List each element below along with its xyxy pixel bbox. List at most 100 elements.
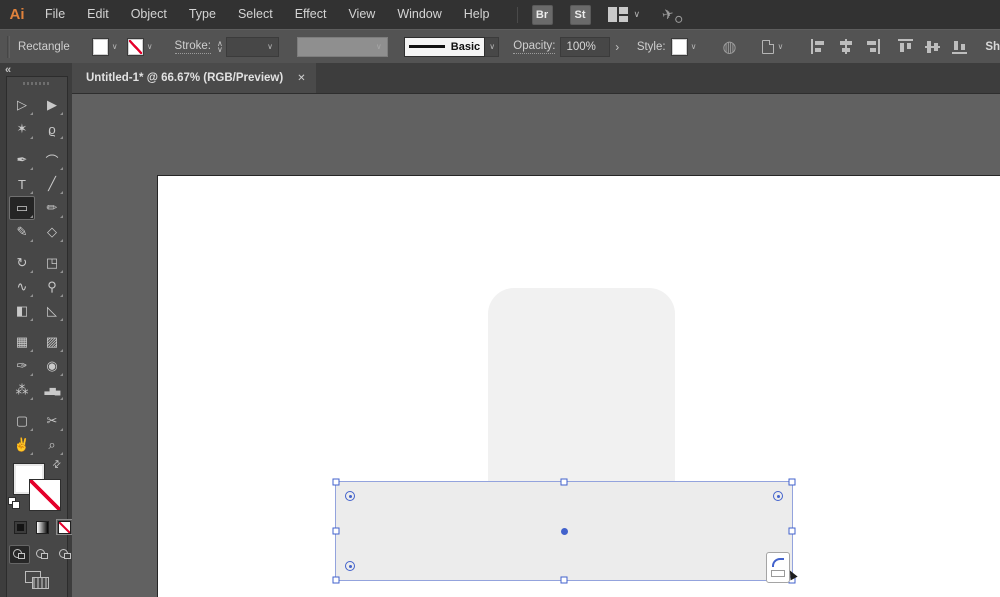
blend-tool[interactable]: ◉ (39, 354, 65, 378)
draw-normal-icon[interactable] (9, 545, 30, 564)
opacity-input[interactable]: 100% (560, 36, 610, 57)
panel-grip[interactable] (23, 82, 51, 85)
symbol-sprayer-tool[interactable]: ⁂ (9, 378, 35, 402)
rounded-rectangle-shape[interactable] (488, 288, 675, 488)
menu-select[interactable]: Select (227, 0, 284, 29)
brushes-panel-button[interactable]: Br (531, 4, 553, 25)
stroke-chevron-icon[interactable]: ∨ (147, 42, 153, 51)
puppet-warp-tool[interactable]: ⚲ (39, 275, 65, 299)
curvature-tool[interactable]: ⌒ (39, 148, 65, 172)
menu-help[interactable]: Help (453, 0, 501, 29)
selection-handle-bottom-left[interactable] (332, 576, 340, 584)
menu-object[interactable]: Object (120, 0, 178, 29)
align-vertical-center-icon[interactable] (925, 39, 941, 54)
gradient-tool[interactable]: ▨ (39, 330, 65, 354)
align-top-icon[interactable] (898, 39, 914, 54)
stroke-weight-chevron-icon[interactable]: ∨ (267, 42, 273, 51)
color-button[interactable] (12, 519, 29, 535)
selection-handle-bottom-center[interactable] (560, 576, 568, 584)
workspace-switcher-icon[interactable] (607, 7, 628, 22)
corner-widget-top-right[interactable] (773, 491, 783, 501)
gradient-button[interactable] (34, 519, 51, 535)
direct-selection-tool-icon: ▶ (47, 97, 57, 112)
pen-tool[interactable]: ✒ (9, 148, 35, 172)
app-logo[interactable]: Ai (0, 6, 34, 23)
canvas[interactable] (72, 93, 1000, 597)
stroke-weight-select[interactable]: ∨ (225, 36, 279, 57)
paintbrush-tool[interactable]: ✏ (39, 196, 65, 220)
active-tool-label: Rectangle (17, 40, 70, 53)
selection-handle-top-right[interactable] (788, 478, 796, 486)
artboard-tool[interactable]: ▢ (9, 409, 35, 433)
rectangle-tool[interactable]: ▭ (9, 196, 35, 220)
zoom-tool[interactable]: ⌕ (39, 433, 65, 457)
lasso-tool[interactable]: ϱ (39, 117, 65, 141)
shaper-tool[interactable]: ✎ (9, 220, 35, 244)
default-fill-stroke-icon[interactable] (8, 497, 22, 509)
width-tool[interactable]: ∿ (9, 275, 35, 299)
column-graph-tool[interactable]: ▃▆▄ (39, 378, 65, 402)
stroke-weight-label[interactable]: Stroke: (174, 40, 211, 54)
fill-color-swatch[interactable] (91, 37, 109, 56)
draw-behind-icon[interactable] (32, 545, 53, 564)
selection-handle-middle-right[interactable] (788, 527, 796, 535)
graphic-styles-panel-button[interactable]: St (569, 4, 591, 25)
fill-chevron-icon[interactable]: ∨ (112, 42, 118, 51)
none-button[interactable] (56, 519, 73, 535)
center-point[interactable] (560, 527, 568, 535)
align-right-icon[interactable] (865, 39, 881, 54)
tab-close-icon[interactable]: ✕ (297, 73, 305, 84)
selection-handle-top-left[interactable] (332, 478, 340, 486)
align-left-icon[interactable] (811, 39, 826, 54)
corner-radius-glyph (772, 558, 784, 567)
opacity-expander-icon[interactable]: › (610, 37, 625, 57)
eraser-tool[interactable]: ◇ (39, 220, 65, 244)
control-bar-grip[interactable] (7, 35, 10, 58)
blend-tool-icon: ◉ (46, 358, 58, 373)
hand-tool[interactable]: ✌ (9, 433, 35, 457)
document-setup-button[interactable]: ∨ (762, 39, 785, 54)
brush-definition-select[interactable]: Basic (403, 36, 486, 57)
recolor-artwork-icon: ◍ (722, 38, 737, 56)
slice-tool[interactable]: ✂ (39, 409, 65, 433)
style-chevron-icon[interactable]: ∨ (691, 42, 697, 51)
menu-file[interactable]: File (34, 0, 76, 29)
brush-chevron-icon[interactable]: ∨ (485, 36, 500, 57)
menu-view[interactable]: View (337, 0, 386, 29)
collapse-panel-icon[interactable]: « (5, 64, 11, 76)
corner-widget-top-left[interactable] (345, 491, 355, 501)
workspace-chevron-icon[interactable]: ∨ (634, 10, 641, 19)
scale-tool[interactable]: ◳ (39, 251, 65, 275)
line-segment-tool[interactable]: ╱ (39, 172, 65, 196)
selection-handle-top-center[interactable] (560, 478, 568, 486)
opacity-label[interactable]: Opacity: (513, 40, 556, 54)
stepper-down-icon[interactable]: ∨ (217, 45, 223, 53)
magic-wand-tool[interactable]: ✶ (9, 117, 35, 141)
menu-edit[interactable]: Edit (76, 0, 120, 29)
corner-widget-bottom-left[interactable] (345, 561, 355, 571)
document-tab[interactable]: Untitled-1* @ 66.67% (RGB/Preview) ✕ (72, 63, 316, 93)
change-screen-mode-icon[interactable] (23, 571, 55, 593)
rotate-tool[interactable]: ↻ (9, 251, 35, 275)
sync-settings-icon[interactable]: ✈ (660, 5, 683, 24)
type-tool[interactable]: T (9, 172, 35, 196)
stroke-weight-stepper[interactable]: ∧ ∨ (217, 39, 223, 53)
eyedropper-tool[interactable]: ✑ (9, 354, 35, 378)
shape-builder-tool[interactable]: ◧ (9, 299, 35, 323)
menu-type[interactable]: Type (178, 0, 227, 29)
mesh-tool[interactable]: ▦ (9, 330, 35, 354)
stroke-indicator-swatch[interactable] (29, 479, 61, 511)
stroke-color-swatch[interactable] (126, 37, 144, 56)
selection-tool[interactable]: ▷ (9, 93, 35, 117)
shaper-tool-icon: ✎ (16, 224, 28, 239)
menu-effect[interactable]: Effect (284, 0, 338, 29)
selection-handle-middle-left[interactable] (332, 527, 340, 535)
swap-fill-stroke-icon[interactable]: ⇄ (50, 458, 64, 472)
perspective-grid-tool[interactable]: ◺ (39, 299, 65, 323)
align-bottom-icon[interactable] (952, 39, 968, 54)
menu-window[interactable]: Window (386, 0, 452, 29)
direct-selection-tool[interactable]: ▶ (39, 93, 65, 117)
align-horizontal-center-icon[interactable] (838, 39, 853, 54)
graphic-style-swatch[interactable] (670, 37, 688, 56)
selected-rectangle-shape[interactable] (332, 478, 796, 584)
